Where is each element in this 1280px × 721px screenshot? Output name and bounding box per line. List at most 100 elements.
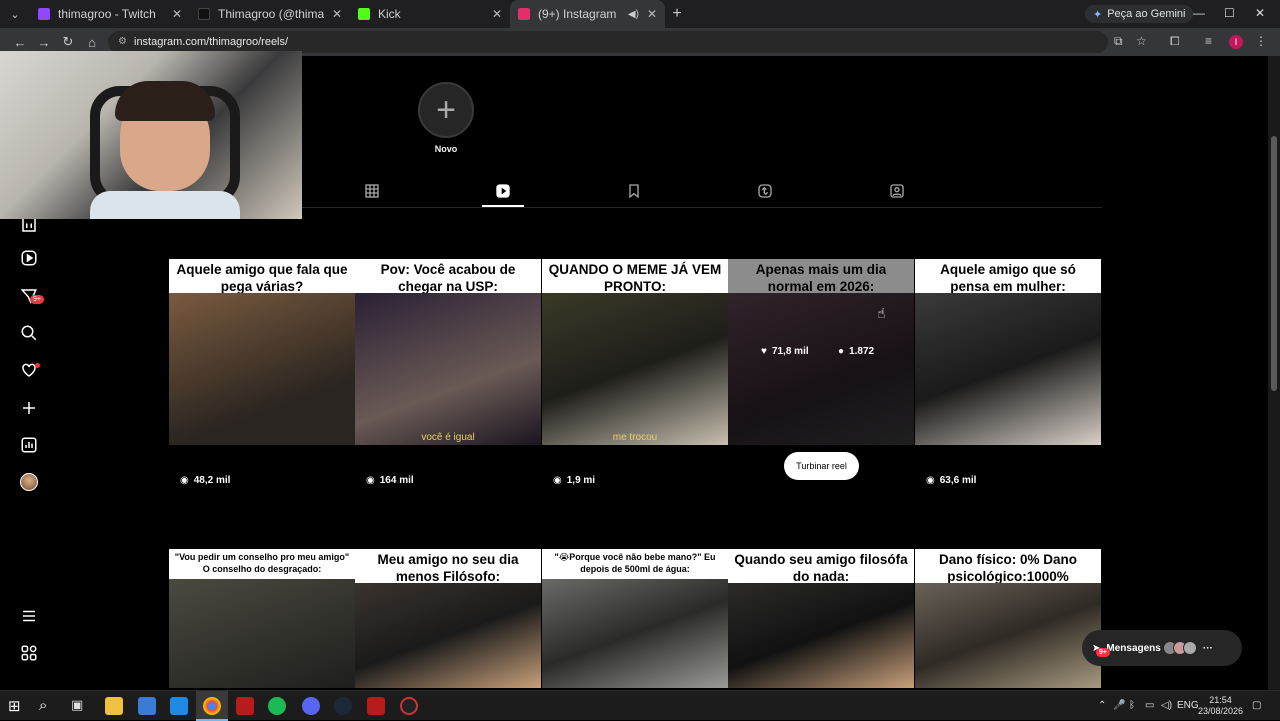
tab-tiktok[interactable]: Thimagroo (@thimagroo) | TikT ✕ (190, 0, 350, 28)
tab-instagram[interactable]: (9+) Instagram ◀) ✕ (510, 0, 665, 28)
reel-caption: Pov: Você acabou de chegar na USP: (355, 259, 541, 294)
avatar (20, 473, 38, 491)
reel-item[interactable]: Meu amigo no seu dia menos Filósofo: (355, 549, 541, 688)
voicemeeter-icon[interactable] (367, 697, 385, 715)
close-tab-icon[interactable]: ✕ (172, 7, 182, 21)
reel-views: ◉ 1,9 mi (553, 475, 595, 486)
eye-icon: ◉ (926, 475, 935, 486)
spotify-icon[interactable] (268, 697, 286, 715)
store-icon[interactable] (138, 697, 156, 715)
reel-comments: ● 1.872 (838, 346, 874, 357)
site-info-icon[interactable]: ⚙ (118, 36, 127, 47)
volume-icon[interactable]: ◁) (1161, 700, 1172, 711)
obs-icon[interactable] (400, 697, 418, 715)
tab-search-icon[interactable]: ⌄ (0, 0, 30, 28)
bluetooth-icon[interactable]: ᛒ (1129, 700, 1135, 711)
voicemeeter-icon[interactable] (236, 697, 254, 715)
tab-twitch[interactable]: thimagroo - Twitch ✕ (30, 0, 190, 28)
new-tab-button[interactable]: + (665, 5, 689, 23)
profile-nav[interactable] (20, 473, 38, 491)
page-scrollbar[interactable] (1268, 56, 1280, 690)
speaker-icon[interactable]: ◀) (628, 9, 639, 20)
forward-icon[interactable]: → (32, 35, 56, 50)
heart-filled-icon: ♥ (761, 346, 767, 357)
clock[interactable]: 21:54 23/08/2026 (1198, 695, 1243, 717)
tagged-icon[interactable] (889, 183, 905, 199)
scrollbar-thumb[interactable] (1271, 136, 1277, 391)
close-tab-icon[interactable]: ✕ (332, 7, 342, 21)
back-icon[interactable]: ← (8, 35, 32, 50)
reel-item[interactable]: QUANDO O MEME JÁ VEM PRONTO: me trocou (542, 259, 728, 445)
dashboard-icon[interactable] (20, 436, 38, 454)
reel-item[interactable]: Quando seu amigo filosófa do nada: (728, 549, 914, 688)
tab-kick[interactable]: Kick ✕ (350, 0, 510, 28)
outlook-icon[interactable] (170, 697, 188, 715)
steam-icon[interactable] (334, 697, 352, 715)
reel-caption: QUANDO O MEME JÁ VEM PRONTO: (542, 259, 728, 294)
close-tab-icon[interactable]: ✕ (647, 7, 657, 21)
reel-item[interactable]: Aquele amigo que fala que pega várias? (169, 259, 355, 445)
reel-thumbnail (915, 293, 1101, 445)
url-field[interactable]: ⚙ instagram.com/thimagroo/reels/ (108, 31, 1108, 53)
avatar (1182, 641, 1197, 655)
microphone-icon[interactable]: 🎤 (1113, 700, 1125, 711)
new-highlight-button[interactable]: + (418, 82, 474, 138)
close-window-icon[interactable]: ✕ (1255, 6, 1265, 20)
network-icon[interactable]: ▭ (1145, 700, 1154, 711)
bookmark-star-icon[interactable]: ☆ (1136, 34, 1147, 48)
twitch-icon (38, 8, 50, 20)
create-icon[interactable] (20, 399, 38, 417)
maximize-icon[interactable]: ☐ (1224, 6, 1235, 20)
notification-dot (35, 363, 40, 368)
tab-title: thimagroo - Twitch (58, 7, 156, 21)
file-explorer-icon[interactable] (105, 697, 123, 715)
reel-views: ◉ 63,6 mil (926, 475, 976, 486)
boost-reel-button[interactable]: Turbinar reel (784, 452, 859, 480)
tray-chevron-icon[interactable]: ⌃ (1098, 700, 1106, 711)
reels-nav-icon[interactable] (20, 249, 38, 267)
also-from-meta-icon[interactable] (20, 644, 38, 662)
reels-icon[interactable] (495, 183, 511, 199)
reload-icon[interactable]: ↻ (56, 34, 80, 50)
grid-icon[interactable] (364, 183, 380, 199)
profile-initial: I (1234, 37, 1238, 47)
chrome-icon[interactable] (203, 697, 221, 715)
extensions-icon[interactable]: ⧠ (1170, 34, 1180, 49)
more-menu-icon[interactable] (20, 607, 38, 625)
search-icon[interactable]: ⌕ (39, 697, 57, 715)
search-icon[interactable] (20, 324, 38, 342)
reposts-icon[interactable] (757, 183, 773, 199)
reel-item[interactable]: Aquele amigo que só pensa em mulher: (915, 259, 1101, 445)
more-icon: ··· (1202, 642, 1213, 654)
profile-avatar[interactable]: I (1229, 35, 1243, 49)
saved-icon[interactable] (626, 183, 642, 199)
windows-start-icon[interactable]: ⊞ (8, 697, 26, 715)
browser-menu-icon[interactable]: ⋮ (1255, 34, 1267, 48)
reel-views: ◉ 164 mil (366, 475, 414, 486)
instagram-icon (518, 8, 530, 20)
windows-taskbar: ⊞ ⌕ ▣ ⌃ 🎤 ᛒ ▭ ◁) ENG 21:54 23/08/2026 ▢ (0, 690, 1280, 721)
reel-caption: "😭Porque você não bebe mano?" Eu depois … (542, 549, 728, 579)
notification-center-icon[interactable]: ▢ (1252, 700, 1261, 711)
reel-thumbnail (542, 293, 728, 445)
discord-icon[interactable] (302, 697, 320, 715)
reel-item[interactable]: "😭Porque você não bebe mano?" Eu depois … (542, 549, 728, 688)
task-view-icon[interactable]: ▣ (71, 697, 89, 715)
close-tab-icon[interactable]: ✕ (492, 7, 502, 21)
kick-icon (358, 8, 370, 20)
minimize-icon[interactable]: — (1193, 6, 1205, 20)
media-control-icon[interactable]: ≡ (1205, 34, 1212, 48)
clock-time: 21:54 (1209, 695, 1232, 705)
reel-thumbnail (915, 583, 1101, 688)
language-indicator[interactable]: ENG (1177, 700, 1199, 711)
reel-thumbnail (169, 579, 355, 688)
gemini-icon: ✦ (1093, 8, 1103, 21)
reel-item[interactable]: Pov: Você acabou de chegar na USP: você … (355, 259, 541, 445)
install-app-icon[interactable]: ⧉ (1114, 34, 1123, 49)
reel-item[interactable]: Dano físico: 0% Dano psicológico:1000% (915, 549, 1101, 688)
home-icon[interactable]: ⌂ (80, 35, 104, 50)
messages-button[interactable]: ➤ 9+ Mensagens ··· (1082, 630, 1242, 666)
streamer-hair (115, 81, 215, 121)
gemini-button[interactable]: ✦ Peça ao Gemini (1085, 5, 1194, 23)
reel-item[interactable]: "Vou pedir um conselho pro meu amigo" O … (169, 549, 355, 688)
